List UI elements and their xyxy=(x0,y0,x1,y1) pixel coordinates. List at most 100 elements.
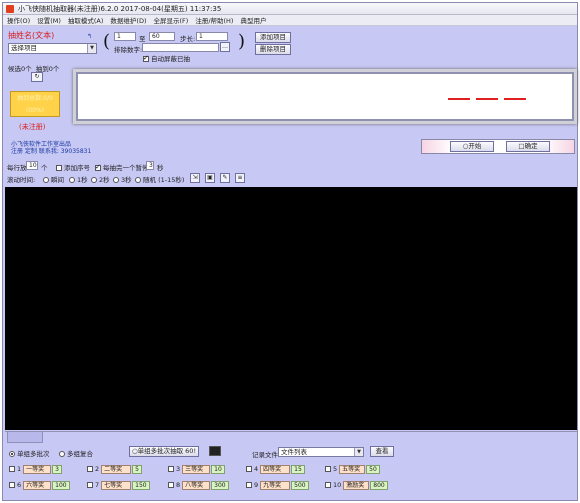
prize-checkbox[interactable] xyxy=(246,466,252,472)
pause-checkbox[interactable] xyxy=(95,163,101,171)
auto-mask-option[interactable]: 自动屏蔽已抽 xyxy=(143,53,190,63)
scroll-random[interactable]: 随机 (1-15秒) xyxy=(135,174,184,184)
prize-count-field[interactable]: 300 xyxy=(211,480,229,490)
per-row-label: 每行放 xyxy=(7,164,27,172)
auto-mask-checkbox[interactable] xyxy=(143,54,149,62)
view-button[interactable]: 查看 xyxy=(370,446,394,457)
save-icon[interactable]: ▣ xyxy=(205,173,215,183)
scroll-3s[interactable]: 3秒 xyxy=(113,174,132,184)
single-group-draw-button[interactable]: ○单组多批次抽取 60! xyxy=(129,446,199,457)
per-row-field[interactable]: 10 xyxy=(26,161,38,170)
scroll-2s-label: 2秒 xyxy=(99,176,110,184)
record-file-select[interactable]: 文件列表 ▼ xyxy=(278,447,364,457)
prize-checkbox[interactable] xyxy=(325,482,331,488)
prize-count-field[interactable]: 800 xyxy=(370,480,388,490)
contact-label[interactable]: 注册 定制 联系我: 39035831 xyxy=(11,146,91,155)
add-serial-label: 添加序号 xyxy=(64,164,90,172)
add-serial-option[interactable]: 添加序号 xyxy=(56,162,90,172)
pause-option[interactable]: 每抽完一个暂停 xyxy=(95,162,149,172)
scroll-instant-label: 瞬间 xyxy=(51,176,64,184)
list-icon[interactable]: ≡ xyxy=(235,173,245,183)
prize-checkbox[interactable] xyxy=(87,482,93,488)
prize-count-field[interactable]: 10 xyxy=(211,464,225,474)
prize-name-field[interactable]: 五等奖 xyxy=(339,464,366,474)
prize-checkbox[interactable] xyxy=(168,482,174,488)
scroll-1s-label: 1秒 xyxy=(77,176,88,184)
menu-settings[interactable]: 设置(M) xyxy=(37,15,61,25)
prize-count-field[interactable]: 50 xyxy=(366,464,380,474)
add-serial-checkbox[interactable] xyxy=(56,165,62,171)
refresh-icon[interactable]: ↻ xyxy=(31,72,43,82)
range-to-label: 至 xyxy=(139,35,146,43)
edit-icon[interactable]: ✎ xyxy=(220,173,230,183)
tab-strip xyxy=(5,431,577,443)
prize-item: 6 六等奖 100 xyxy=(9,480,70,490)
prize-name-field[interactable]: 六等奖 xyxy=(23,480,52,490)
range-from-field[interactable]: 1 xyxy=(114,32,136,41)
prize-item: 2 二等奖 5 xyxy=(87,464,143,474)
prize-checkbox[interactable] xyxy=(325,466,331,472)
prize-name-field[interactable]: 二等奖 xyxy=(101,464,132,474)
prize-count-field[interactable]: 15 xyxy=(291,464,305,474)
export-icon[interactable]: ⇲ xyxy=(190,173,200,183)
mode-multi-radio[interactable] xyxy=(59,451,65,457)
prize-checkbox[interactable] xyxy=(168,466,174,472)
prize-checkbox[interactable] xyxy=(87,466,93,472)
ellipsis-button[interactable]: … xyxy=(220,42,230,52)
control-panel: ○开始 □确定 xyxy=(421,139,575,154)
project-select-value: 选择项目 xyxy=(11,44,37,52)
menu-help[interactable]: 注册/帮助(H) xyxy=(195,15,233,25)
prize-name-field[interactable]: 激励奖 xyxy=(343,480,370,490)
mode-single[interactable]: 单组多批次 xyxy=(9,448,50,458)
scroll-instant[interactable]: 瞬间 xyxy=(43,174,64,184)
prize-item: 4 四等奖 15 xyxy=(246,464,305,474)
scroll-random-label: 随机 (1-15秒) xyxy=(143,176,185,184)
range-to-field[interactable]: 60 xyxy=(149,32,175,41)
tab-current[interactable] xyxy=(7,432,43,443)
scroll-3s-radio[interactable] xyxy=(113,177,119,183)
prize-checkbox[interactable] xyxy=(246,482,252,488)
prize-number: 2 xyxy=(95,465,100,473)
prize-count-field[interactable]: 500 xyxy=(291,480,309,490)
prize-number: 5 xyxy=(333,465,338,473)
mode-multi[interactable]: 多组复合 xyxy=(59,448,93,458)
prize-item: 8 八等奖 300 xyxy=(168,480,229,490)
prize-count-field[interactable]: 150 xyxy=(132,480,150,490)
info-icon[interactable]: ↰ xyxy=(87,33,92,40)
menu-data[interactable]: 数据维护(D) xyxy=(110,15,146,25)
prize-count-field[interactable]: 5 xyxy=(132,464,143,474)
confirm-button[interactable]: □确定 xyxy=(506,141,550,152)
menu-users[interactable]: 典型用户 xyxy=(240,15,266,25)
prize-item: 5 五等奖 50 xyxy=(325,464,380,474)
prize-name-field[interactable]: 七等奖 xyxy=(101,480,132,490)
prize-name-field[interactable]: 九等奖 xyxy=(260,480,291,490)
prize-number: 3 xyxy=(176,465,181,473)
prize-count-field[interactable]: 100 xyxy=(52,480,70,490)
scroll-2s[interactable]: 2秒 xyxy=(91,174,110,184)
delete-project-button[interactable]: 删除项目 xyxy=(255,44,291,55)
step-field[interactable]: 1 xyxy=(196,32,228,41)
menu-draw-mode[interactable]: 抽取模式(A) xyxy=(68,15,104,25)
scroll-2s-radio[interactable] xyxy=(91,177,97,183)
prize-name-field[interactable]: 八等奖 xyxy=(182,480,211,490)
add-project-button[interactable]: 添加项目 xyxy=(255,32,291,43)
prize-checkbox[interactable] xyxy=(9,482,15,488)
scroll-1s-radio[interactable] xyxy=(69,177,75,183)
prize-name-field[interactable]: 四等奖 xyxy=(260,464,291,474)
prize-item: 10 激励奖 800 xyxy=(325,480,388,490)
menu-operate[interactable]: 操作(O) xyxy=(7,15,30,25)
exclude-field[interactable] xyxy=(142,43,219,52)
pause-field[interactable]: 3 xyxy=(146,161,154,170)
close-paren: ) xyxy=(238,31,246,52)
scroll-instant-radio[interactable] xyxy=(43,177,49,183)
project-select[interactable]: 选择项目 ▼ xyxy=(8,43,97,54)
scroll-random-radio[interactable] xyxy=(135,177,141,183)
menu-fullscreen[interactable]: 全屏显示(F) xyxy=(154,15,189,25)
prize-checkbox[interactable] xyxy=(9,466,15,472)
prize-count-field[interactable]: 3 xyxy=(52,464,63,474)
scroll-1s[interactable]: 1秒 xyxy=(69,174,88,184)
mode-single-radio[interactable] xyxy=(9,451,15,457)
prize-name-field[interactable]: 一等奖 xyxy=(23,464,52,474)
prize-name-field[interactable]: 三等奖 xyxy=(182,464,211,474)
start-button[interactable]: ○开始 xyxy=(450,141,494,152)
